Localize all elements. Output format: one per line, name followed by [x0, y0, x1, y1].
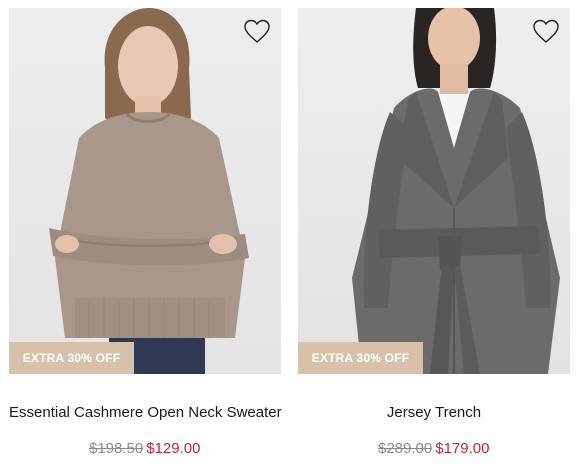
product-title[interactable]: Jersey Trench [298, 404, 570, 421]
product-image[interactable]: EXTRA 30% OFF [9, 8, 281, 374]
product-card[interactable]: EXTRA 30% OFF Essential Cashmere Open Ne… [9, 8, 282, 457]
product-card[interactable]: EXTRA 30% OFF Jersey Trench $289.00 $179.… [298, 8, 570, 457]
original-price: $198.50 [89, 440, 144, 457]
model-photo [49, 8, 249, 374]
discount-badge: EXTRA 30% OFF [298, 342, 423, 374]
original-price: $289.00 [378, 440, 433, 457]
product-title[interactable]: Essential Cashmere Open Neck Sweater [9, 404, 282, 421]
price-row: $289.00 $179.00 [378, 440, 489, 457]
heart-outline-icon [244, 19, 270, 43]
product-image[interactable]: EXTRA 30% OFF [298, 8, 570, 374]
discount-badge: EXTRA 30% OFF [9, 342, 134, 374]
heart-outline-icon [533, 19, 559, 43]
wishlist-button[interactable] [243, 18, 271, 44]
price-row: $198.50 $129.00 [89, 440, 200, 457]
model-photo [352, 8, 560, 374]
sale-price: $179.00 [435, 440, 490, 457]
wishlist-button[interactable] [532, 18, 560, 44]
sale-price: $129.00 [146, 440, 201, 457]
